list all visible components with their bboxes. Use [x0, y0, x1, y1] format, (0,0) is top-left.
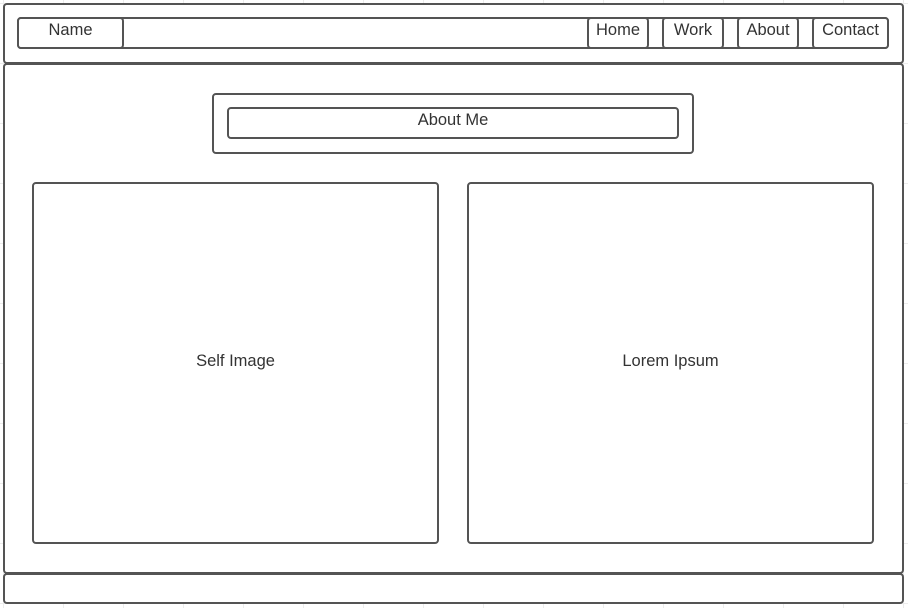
nav-home-button[interactable]: Home — [587, 17, 649, 49]
page-title: About Me — [417, 111, 489, 129]
nav-about-label: About — [746, 21, 790, 39]
nav-contact-label: Contact — [822, 21, 879, 39]
lorem-ipsum-panel: Lorem Ipsum — [467, 182, 874, 544]
nav-home-label: Home — [595, 21, 640, 39]
nav-work-button[interactable]: Work — [662, 17, 724, 49]
name-box[interactable]: Name — [17, 17, 124, 49]
lorem-ipsum-label: Lorem Ipsum — [622, 351, 719, 370]
footer-frame — [3, 573, 904, 604]
name-label: Name — [48, 21, 93, 39]
nav-work-label: Work — [673, 21, 713, 39]
heading-box: About Me — [227, 107, 679, 139]
nav-about-button[interactable]: About — [737, 17, 799, 49]
nav-contact-button[interactable]: Contact — [812, 17, 889, 49]
self-image-panel: Self Image — [32, 182, 439, 544]
self-image-label: Self Image — [196, 351, 275, 370]
